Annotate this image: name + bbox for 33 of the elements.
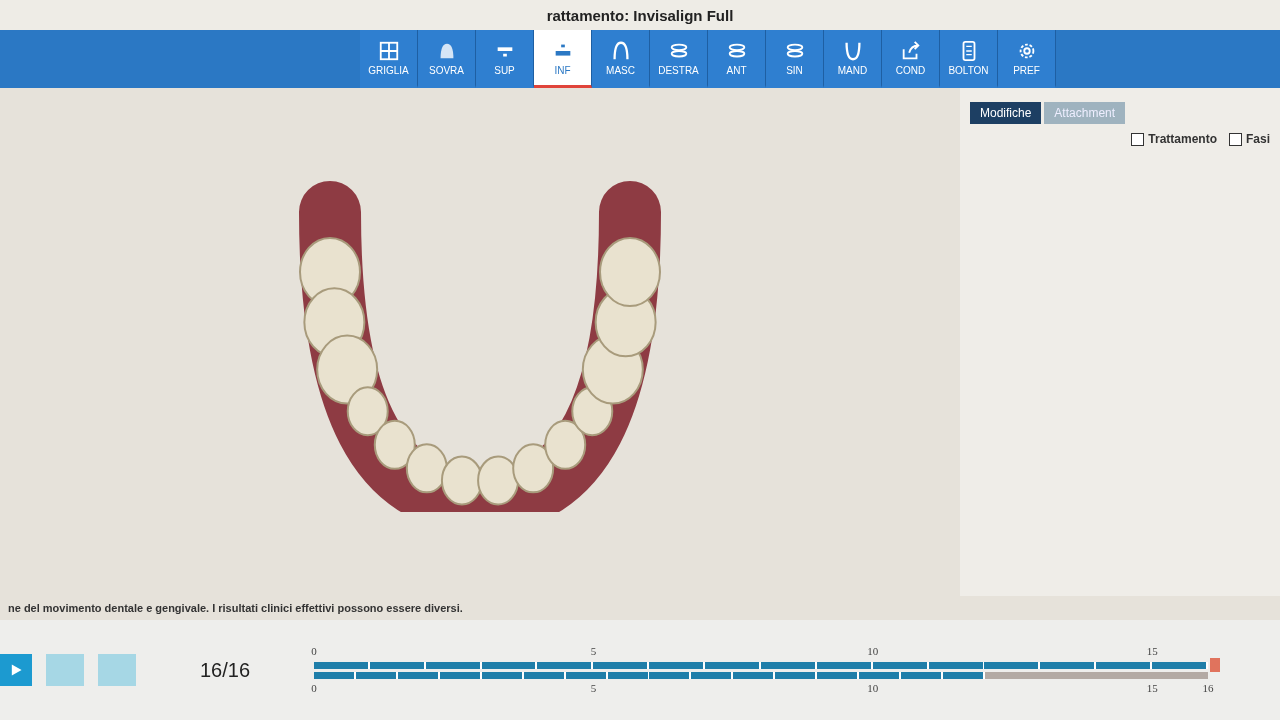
toolbar-button[interactable]: PREF [998, 30, 1056, 88]
toolbar-button[interactable]: MAND [824, 30, 882, 88]
checkbox-label: Trattamento [1148, 132, 1217, 146]
stage-tick-label: 10 [867, 644, 879, 657]
disclaimer-text: ne del movimento dentale e gengivale. I risultati clinici effettivi possono essere diversi. [7, 601, 464, 616]
stage-tick-label: 5 [590, 681, 597, 694]
toolbar-button[interactable]: BOLTON [940, 30, 998, 88]
toolbar-button[interactable]: MASC [592, 30, 650, 88]
toolbar-button[interactable]: SUP [476, 30, 534, 88]
current-stage-marker [1210, 658, 1220, 672]
stage-tick-label: 15 [1146, 681, 1158, 694]
stage-counter: 16/16 [200, 658, 251, 682]
toolbar-button[interactable]: INF [534, 30, 592, 88]
grid-icon [377, 39, 400, 62]
stage-tick-label: 5 [590, 644, 597, 657]
checkbox[interactable] [1131, 132, 1145, 146]
toolbar-button[interactable]: DESTRA [650, 30, 708, 88]
toolbar-button[interactable]: SIN [766, 30, 824, 88]
toolbar-button[interactable]: SOVRA [418, 30, 476, 88]
panel-tab[interactable]: Modifiche [970, 102, 1042, 124]
stage-tick-label: 0 [311, 644, 317, 657]
checkbox-label: Fasi [1246, 132, 1270, 146]
checkbox[interactable] [1229, 132, 1242, 146]
window-title: rattamento: Invisalign Full [546, 6, 734, 24]
stage-tick-label: 16 [1202, 681, 1214, 694]
stage-tick-label: 0 [311, 681, 317, 694]
toolbar-button[interactable]: COND [882, 30, 940, 88]
play-button[interactable] [0, 654, 32, 686]
play-icon [9, 663, 23, 677]
stage-tick-label: 15 [1146, 644, 1158, 657]
stage-tick-label: 10 [867, 681, 879, 694]
toolbar-button[interactable]: GRIGLIA [360, 30, 418, 88]
toolbar-button[interactable]: ANT [708, 30, 766, 88]
